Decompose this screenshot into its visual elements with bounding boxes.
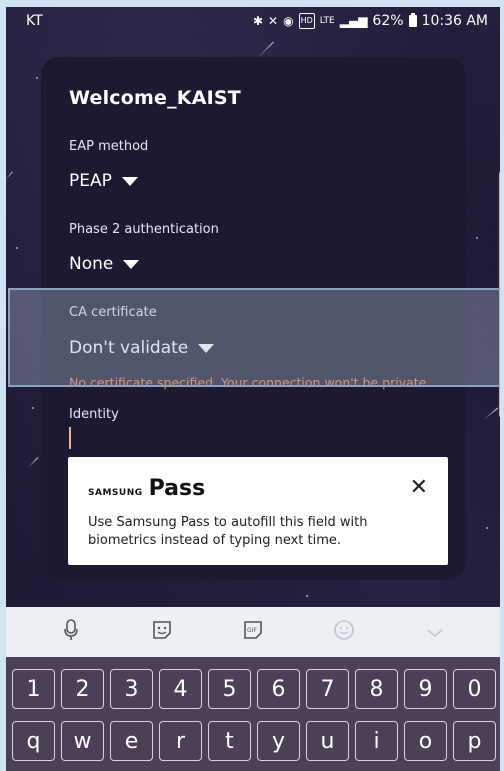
shooting-star-decoration bbox=[257, 41, 274, 58]
identity-input[interactable] bbox=[69, 427, 71, 449]
keyboard-toolbar: GIF bbox=[6, 607, 500, 657]
star-decoration bbox=[36, 77, 38, 79]
ca-certificate-highlight bbox=[8, 288, 500, 387]
pass-name: Pass bbox=[148, 476, 206, 501]
battery-icon bbox=[408, 13, 417, 27]
eap-method-label: EAP method bbox=[69, 139, 149, 154]
star-decoration bbox=[306, 595, 308, 597]
letter-row: q w e r t y u i o p bbox=[12, 721, 496, 761]
shooting-star-decoration bbox=[27, 457, 39, 468]
key-4[interactable]: 4 bbox=[159, 669, 202, 709]
gif-icon[interactable]: GIF bbox=[238, 619, 268, 646]
battery-percent: 62% bbox=[372, 13, 404, 29]
signal-icon: ▂▄▆ bbox=[339, 14, 368, 28]
hd-icon: HD bbox=[298, 13, 315, 29]
key-8[interactable]: 8 bbox=[355, 669, 398, 709]
sticker-icon[interactable] bbox=[147, 619, 177, 646]
key-u[interactable]: u bbox=[306, 721, 349, 761]
key-6[interactable]: 6 bbox=[257, 669, 300, 709]
number-row: 1 2 3 4 5 6 7 8 9 0 bbox=[12, 669, 496, 709]
eap-method-value: PEAP bbox=[69, 171, 112, 191]
phase2-auth-dropdown[interactable]: None bbox=[69, 254, 140, 274]
samsung-pass-logo: SAMSUNG Pass bbox=[88, 476, 205, 501]
key-i[interactable]: i bbox=[355, 721, 398, 761]
keyboard: 1 2 3 4 5 6 7 8 9 0 q w e r t y u i o p bbox=[6, 657, 500, 771]
star-decoration bbox=[32, 407, 34, 409]
star-decoration bbox=[476, 237, 478, 239]
key-p[interactable]: p bbox=[453, 721, 496, 761]
key-r[interactable]: r bbox=[159, 721, 202, 761]
bluetooth-icon: ✱ bbox=[252, 14, 264, 28]
key-w[interactable]: w bbox=[61, 721, 104, 761]
key-5[interactable]: 5 bbox=[208, 669, 251, 709]
alarm-icon: ◉ bbox=[283, 14, 294, 28]
key-2[interactable]: 2 bbox=[61, 669, 104, 709]
key-o[interactable]: o bbox=[404, 721, 447, 761]
dropdown-arrow-icon bbox=[121, 176, 138, 186]
samsung-brand: SAMSUNG bbox=[88, 488, 143, 498]
phase2-auth-label: Phase 2 authentication bbox=[69, 222, 219, 237]
emoji-icon[interactable] bbox=[329, 619, 359, 646]
key-t[interactable]: t bbox=[208, 721, 251, 761]
samsung-pass-popup[interactable]: SAMSUNG Pass ✕ Use Samsung Pass to autof… bbox=[68, 457, 448, 565]
microphone-icon[interactable] bbox=[56, 618, 86, 646]
samsung-pass-message: Use Samsung Pass to autofill this field … bbox=[88, 515, 368, 548]
key-y[interactable]: y bbox=[257, 721, 300, 761]
chevron-down-icon[interactable] bbox=[420, 620, 450, 644]
identity-label: Identity bbox=[69, 407, 119, 422]
phase2-auth-value: None bbox=[69, 254, 114, 274]
star-decoration bbox=[486, 527, 488, 529]
gif-label: GIF bbox=[247, 627, 257, 634]
key-1[interactable]: 1 bbox=[12, 669, 55, 709]
shooting-star-decoration bbox=[483, 407, 499, 420]
status-bar: KT ✱ ✕ ◉ HD LTE ▂▄▆ 62% 10:36 AM bbox=[6, 7, 500, 37]
key-q[interactable]: q bbox=[12, 721, 55, 761]
status-icons: ✱ ✕ ◉ HD LTE ▂▄▆ 62% 10:36 AM bbox=[253, 13, 488, 29]
lte-icon: LTE bbox=[319, 16, 335, 26]
eap-method-dropdown[interactable]: PEAP bbox=[69, 171, 138, 191]
mute-icon: ✕ bbox=[268, 14, 279, 28]
close-icon[interactable]: ✕ bbox=[410, 475, 428, 500]
key-0[interactable]: 0 bbox=[453, 669, 496, 709]
key-7[interactable]: 7 bbox=[306, 669, 349, 709]
carrier-label: KT bbox=[26, 13, 43, 29]
key-e[interactable]: e bbox=[110, 721, 153, 761]
star-decoration bbox=[16, 247, 18, 249]
dialog-title: Welcome_KAIST bbox=[69, 87, 241, 109]
clock: 10:36 AM bbox=[421, 13, 488, 29]
key-9[interactable]: 9 bbox=[404, 669, 447, 709]
dropdown-arrow-icon bbox=[123, 259, 140, 269]
phone-screen: KT ✱ ✕ ◉ HD LTE ▂▄▆ 62% 10:36 AM Welcome… bbox=[6, 7, 500, 771]
key-3[interactable]: 3 bbox=[110, 669, 153, 709]
shooting-star-decoration bbox=[6, 171, 13, 180]
